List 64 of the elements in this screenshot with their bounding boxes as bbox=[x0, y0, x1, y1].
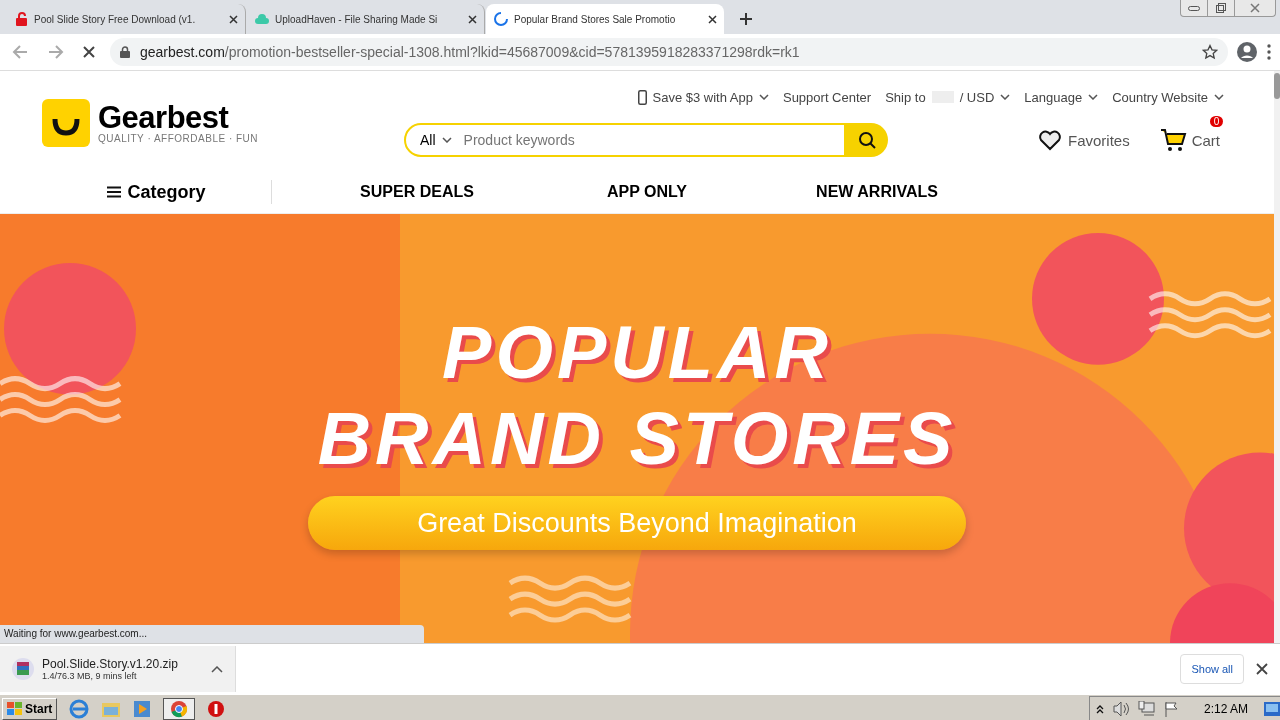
flag-icon[interactable] bbox=[1163, 701, 1180, 717]
window-controls[interactable] bbox=[1180, 0, 1276, 17]
chevron-down-icon bbox=[1000, 94, 1011, 100]
banner-title: POPULAR bbox=[442, 310, 832, 396]
chevron-down-icon bbox=[1214, 94, 1224, 100]
new-tab-icon[interactable] bbox=[739, 12, 753, 26]
nav-link[interactable]: SUPER DEALS bbox=[302, 183, 532, 201]
stop-sign-icon[interactable] bbox=[207, 700, 226, 718]
favorites-link[interactable]: Favorites bbox=[1038, 129, 1130, 151]
archive-icon bbox=[12, 658, 34, 680]
hamburger-icon bbox=[107, 186, 122, 198]
cart-count-badge: 0 bbox=[1209, 116, 1224, 127]
speaker-icon[interactable] bbox=[1111, 701, 1130, 717]
smile-logo-icon bbox=[42, 99, 90, 147]
nav-link[interactable]: APP ONLY bbox=[532, 183, 762, 201]
windows-logo-icon bbox=[7, 702, 23, 716]
show-desktop-icon[interactable] bbox=[1264, 702, 1280, 716]
phone-icon bbox=[637, 89, 647, 105]
cloud-icon bbox=[254, 12, 270, 26]
search-field[interactable]: All Product keywords bbox=[404, 123, 846, 157]
country-selector[interactable]: Country Website bbox=[1112, 89, 1224, 105]
menu-icon[interactable] bbox=[1266, 43, 1272, 61]
chevron-down-icon bbox=[758, 94, 769, 100]
app-promo-link[interactable]: Save $3 with App bbox=[637, 89, 769, 105]
show-all-button[interactable]: Show all bbox=[1180, 654, 1244, 684]
close-icon[interactable] bbox=[468, 14, 477, 24]
language-selector[interactable]: Language bbox=[1024, 89, 1099, 105]
close-icon[interactable] bbox=[229, 14, 238, 24]
chevron-down-icon bbox=[1088, 94, 1099, 100]
caret-up-icon[interactable] bbox=[211, 665, 223, 673]
ship-to-selector[interactable]: Ship to / USD bbox=[885, 89, 1011, 105]
banner-title: BRAND STORES bbox=[317, 396, 957, 482]
loading-spinner-icon bbox=[493, 11, 509, 27]
scrollbar[interactable] bbox=[1274, 71, 1280, 643]
download-filename: Pool.Slide.Story.v1.20.zip bbox=[42, 657, 179, 671]
lock-icon bbox=[120, 46, 130, 58]
star-icon[interactable] bbox=[1202, 44, 1218, 60]
status-bubble: Waiting for www.gearbest.com... bbox=[0, 625, 424, 643]
chevron-down-icon bbox=[441, 137, 452, 143]
category-dropdown[interactable]: All bbox=[420, 132, 452, 148]
url-text: gearbest.com/promotion-bestseller-special-1308.html?lkid=45687009&cid=5781395918283371298rdk=rk1 bbox=[140, 44, 801, 60]
nav-link[interactable]: NEW ARRIVALS bbox=[762, 183, 992, 201]
close-icon[interactable] bbox=[1256, 663, 1268, 675]
chrome-icon[interactable] bbox=[170, 700, 189, 718]
browser-tab[interactable]: Popular Brand Stores Sale Promotio bbox=[486, 4, 724, 34]
cart-icon bbox=[1159, 128, 1188, 152]
close-icon[interactable] bbox=[708, 14, 717, 24]
heart-icon bbox=[1038, 129, 1062, 151]
browser-e-icon[interactable] bbox=[69, 699, 90, 719]
search-icon bbox=[858, 131, 876, 149]
restore-icon[interactable] bbox=[1216, 3, 1226, 13]
start-button[interactable]: Start bbox=[2, 698, 58, 720]
logo-wordmark[interactable]: Gearbest bbox=[98, 102, 259, 133]
clock[interactable]: 2:12 AM bbox=[1203, 702, 1248, 716]
support-link[interactable]: Support Center bbox=[782, 89, 872, 105]
minimize-icon[interactable] bbox=[1188, 5, 1200, 11]
logo-tagline: QUALITY · AFFORDABLE · FUN bbox=[98, 132, 259, 144]
address-bar[interactable]: gearbest.com/promotion-bestseller-special-1308.html?lkid=45687009&cid=5781395918283371298rdk=rk1 bbox=[110, 38, 1228, 66]
account-icon[interactable] bbox=[1236, 41, 1258, 63]
padlock-icon bbox=[15, 12, 29, 26]
category-menu[interactable]: Category bbox=[42, 180, 272, 204]
network-icon[interactable] bbox=[1137, 701, 1156, 717]
chevron-up-icon[interactable] bbox=[1095, 704, 1104, 714]
search-button[interactable] bbox=[846, 123, 888, 157]
